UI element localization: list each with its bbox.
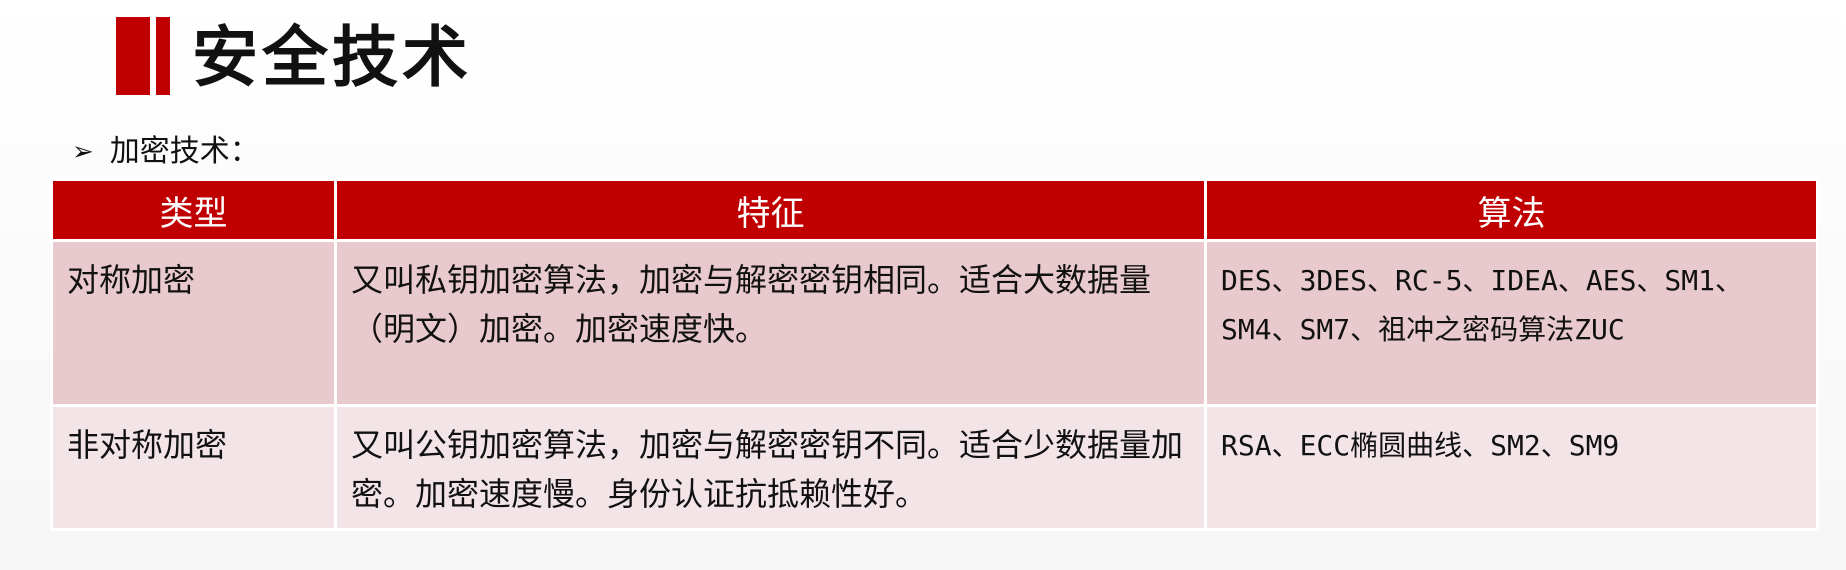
algorithms-line: DES、3DES、RC-5、IDEA、AES、SM1、 [1221, 264, 1744, 297]
cell-features: 又叫公钥加密算法，加密与解密密钥不同。适合少数据量加密。加密速度慢。身份认证抗抵… [334, 404, 1207, 531]
table-header-row: 类型 特征 算法 [50, 178, 1819, 242]
arrow-bullet-icon: ➢ [72, 137, 94, 167]
cell-type: 非对称加密 [50, 404, 337, 531]
bullet-item: ➢ 加密技术： [72, 132, 260, 172]
header-algorithms: 算法 [1204, 178, 1819, 242]
header-type: 类型 [50, 178, 337, 242]
table-row: 非对称加密 又叫公钥加密算法，加密与解密密钥不同。适合少数据量加密。加密速度慢。… [50, 404, 1819, 531]
algorithms-line: RSA、ECC椭圆曲线、SM2、SM9 [1221, 429, 1620, 462]
cell-type: 对称加密 [50, 239, 337, 407]
header-features: 特征 [334, 178, 1207, 242]
title-accent-bar [116, 17, 170, 95]
table-row: 对称加密 又叫私钥加密算法，加密与解密密钥相同。适合大数据量（明文）加密。加密速… [50, 239, 1819, 407]
cell-algorithms: DES、3DES、RC-5、IDEA、AES、SM1、 SM4、SM7、祖冲之密… [1204, 239, 1819, 407]
encryption-table: 类型 特征 算法 对称加密 又叫私钥加密算法，加密与解密密钥相同。适合大数据量（… [50, 178, 1819, 531]
cell-features: 又叫私钥加密算法，加密与解密密钥相同。适合大数据量（明文）加密。加密速度快。 [334, 239, 1207, 407]
bullet-text: 加密技术： [109, 134, 260, 169]
algorithms-line: SM4、SM7、祖冲之密码算法ZUC [1221, 313, 1625, 346]
slide-title: 安全技术 [192, 19, 472, 96]
slide: 安全技术 ➢ 加密技术： 类型 特征 算法 对称加密 又叫私钥加密算法，加密与解… [0, 0, 1846, 570]
cell-algorithms: RSA、ECC椭圆曲线、SM2、SM9 [1204, 404, 1819, 531]
title-accent-notch [150, 17, 156, 95]
